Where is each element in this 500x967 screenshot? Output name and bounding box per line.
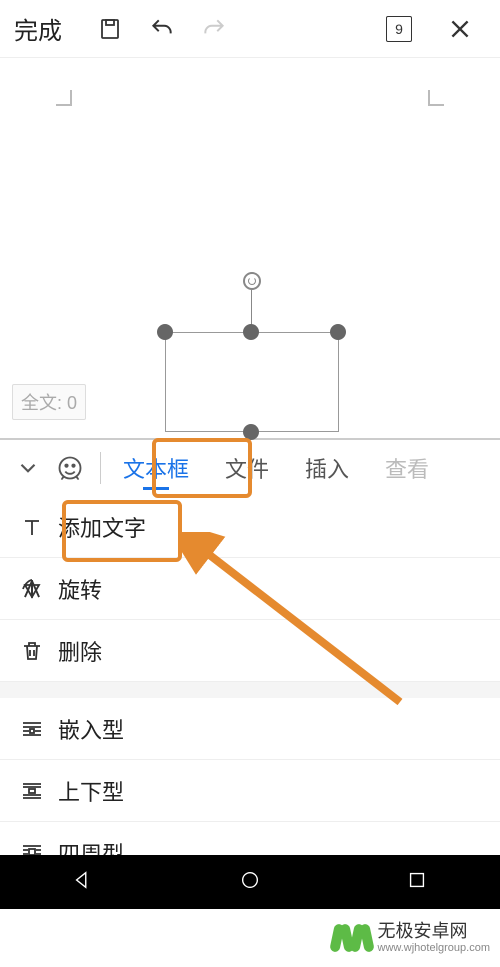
text-icon: [20, 515, 58, 539]
tab-view[interactable]: 查看: [367, 440, 447, 496]
nav-recent[interactable]: [406, 869, 428, 896]
android-nav-bar: [0, 855, 500, 909]
document-canvas[interactable]: 全文: 0: [0, 58, 500, 438]
nav-back[interactable]: [72, 869, 94, 896]
handle-s[interactable]: [243, 424, 259, 440]
handle-n[interactable]: [243, 324, 259, 340]
delete-icon: [20, 639, 58, 663]
tab-bar: 文本框 文件 插入 查看: [0, 438, 500, 496]
close-icon[interactable]: [440, 9, 480, 49]
crop-corner-tr: [428, 90, 444, 106]
top-toolbar: 完成 9: [0, 0, 500, 58]
done-button[interactable]: 完成: [14, 11, 62, 46]
tab-file[interactable]: 文件: [207, 440, 287, 496]
tab-insert[interactable]: 插入: [287, 440, 367, 496]
assistant-icon[interactable]: [48, 454, 92, 482]
word-count-label: 全文: 0: [12, 384, 86, 420]
crop-corner-tl: [56, 90, 72, 106]
selection-box[interactable]: [165, 332, 339, 432]
save-icon[interactable]: [90, 9, 130, 49]
undo-icon[interactable]: [142, 9, 182, 49]
collapse-icon[interactable]: [8, 455, 48, 481]
handle-ne[interactable]: [330, 324, 346, 340]
menu-wrap-topbottom[interactable]: 上下型: [0, 760, 500, 822]
tab-textbox[interactable]: 文本框: [105, 440, 207, 496]
watermark: 无极安卓网 www.wjhotelgroup.com: [332, 909, 500, 967]
nav-home[interactable]: [239, 869, 261, 896]
redo-icon: [194, 9, 234, 49]
wrap-topbottom-icon: [20, 779, 58, 803]
rotate-icon: [20, 577, 58, 601]
rotate-handle[interactable]: [243, 272, 261, 290]
watermark-logo: [332, 918, 372, 958]
annotation-arrow: [180, 532, 410, 722]
page-count-badge[interactable]: 9: [386, 16, 412, 42]
wrap-inline-icon: [20, 717, 58, 741]
handle-nw[interactable]: [157, 324, 173, 340]
